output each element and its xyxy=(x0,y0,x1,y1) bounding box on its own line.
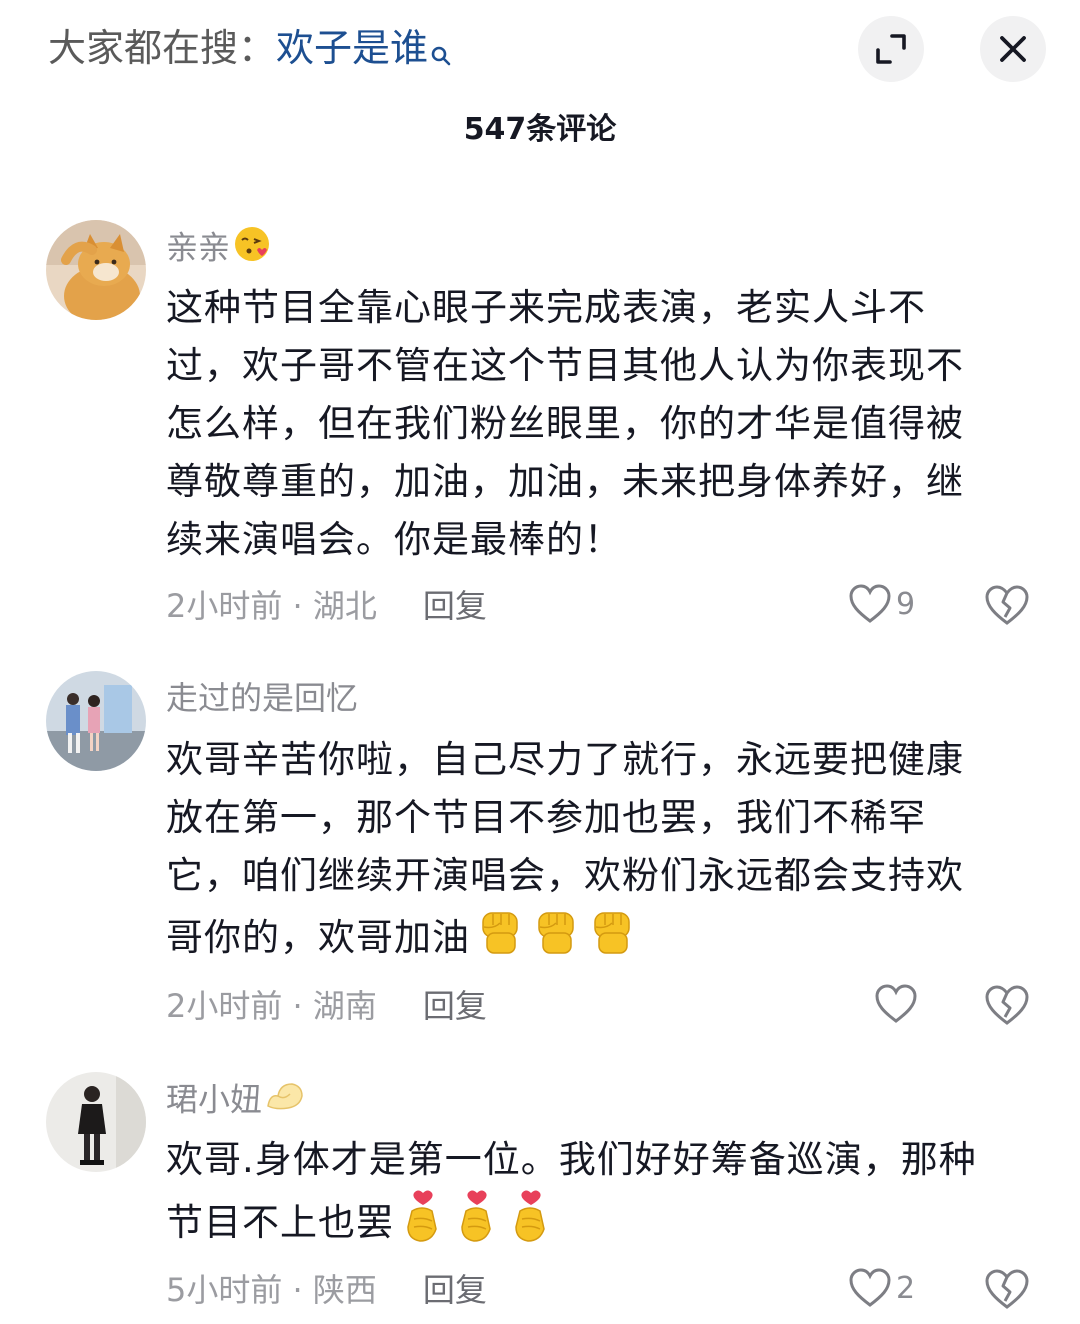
comment-body: 欢哥辛苦你啦，自己尽力了就行，永远要把健康 放在第一，那个节目不参加也罢，我们不… xyxy=(166,731,1036,974)
finger-heart-emoji xyxy=(506,1189,556,1260)
comment-line: 哥你的，欢哥加油 xyxy=(166,916,470,959)
comment-location: 湖南 xyxy=(312,987,377,1025)
raised-fist-emoji xyxy=(530,905,582,974)
comment-username[interactable]: 走过的是回忆 xyxy=(166,676,358,720)
finger-heart-emoji xyxy=(398,1189,448,1260)
comment-line-with-emoji: 哥你的，欢哥加油 xyxy=(166,905,1036,974)
reply-button[interactable]: 回复 xyxy=(423,987,487,1025)
username-text: 珺小妞 xyxy=(166,1080,263,1119)
close-icon xyxy=(1000,36,1026,62)
comment-line: 它，咱们继续开演唱会，欢粉们永远都会支持欢 xyxy=(166,854,964,897)
avatar[interactable] xyxy=(46,1072,146,1172)
comment-line: 放在第一，那个节目不参加也罢，我们不稀罕 xyxy=(166,796,926,839)
dislike-button[interactable] xyxy=(984,584,1030,628)
dislike-button[interactable] xyxy=(984,984,1030,1028)
comment-panel: 大家都在搜：欢子是谁 547条评论 亲亲 这种节目全靠心眼子来完成表演，老实人斗… xyxy=(0,0,1080,1324)
comment-line: 欢哥.身体才是第一位。我们好好筹备巡演，那种 xyxy=(166,1138,977,1181)
like-count: 9 xyxy=(896,586,916,622)
comment-time: 5小时前 xyxy=(166,1271,283,1309)
comment-username[interactable]: 珺小妞 xyxy=(166,1076,308,1127)
reply-button[interactable]: 回复 xyxy=(423,587,487,625)
username-text: 走过的是回忆 xyxy=(166,679,359,717)
search-term-link[interactable]: 欢子是谁 xyxy=(276,26,428,70)
like-button[interactable] xyxy=(874,984,922,1024)
raised-fist-emoji xyxy=(586,905,638,974)
search-suggestion[interactable]: 大家都在搜：欢子是谁 xyxy=(48,22,452,80)
heart-outline-icon xyxy=(875,984,917,1023)
comment-location: 湖北 xyxy=(312,587,377,625)
comment-body: 欢哥.身体才是第一位。我们好好筹备巡演，那种 节目不上也罢 xyxy=(166,1131,1036,1260)
comment-line: 过，欢子哥不管在这个节目其他人认为你表现不 xyxy=(166,344,964,387)
like-count: 2 xyxy=(896,1270,916,1306)
dislike-button[interactable] xyxy=(984,1268,1030,1312)
like-button[interactable]: 2 xyxy=(848,1268,915,1308)
comment-line-with-emoji: 节目不上也罢 xyxy=(166,1189,1036,1260)
kiss-emoji xyxy=(232,224,272,275)
comment-meta: 2小时前 · 湖北 回复 xyxy=(166,587,487,625)
comment-meta: 5小时前 · 陕西 回复 xyxy=(166,1271,487,1309)
search-prefix: 大家都在搜： xyxy=(48,26,277,70)
heart-outline-icon xyxy=(849,1268,891,1307)
comment-time: 2小时前 xyxy=(166,987,283,1025)
comment-count: 547条评论 xyxy=(463,112,617,147)
comment-line: 这种节目全靠心眼子来完成表演，老实人斗不 xyxy=(166,286,926,329)
comment-meta: 2小时前 · 湖南 回复 xyxy=(166,987,487,1025)
comment-line: 节目不上也罢 xyxy=(166,1201,394,1244)
flexed-biceps-emoji xyxy=(264,1076,308,1127)
broken-heart-icon xyxy=(985,985,1029,1025)
expand-icon xyxy=(876,34,906,64)
comment-line: 续来演唱会。你是最棒的！ xyxy=(166,518,622,561)
broken-heart-icon xyxy=(985,585,1029,625)
username-text: 亲亲 xyxy=(166,228,231,267)
comment-body: 这种节目全靠心眼子来完成表演，老实人斗不 过，欢子哥不管在这个节目其他人认为你表… xyxy=(166,279,1036,569)
search-icon xyxy=(430,28,452,80)
avatar[interactable] xyxy=(46,220,146,320)
finger-heart-emoji xyxy=(452,1189,502,1260)
like-button[interactable]: 9 xyxy=(848,584,915,624)
comment-location: 陕西 xyxy=(312,1271,377,1309)
broken-heart-icon xyxy=(985,1269,1029,1309)
heart-outline-icon xyxy=(849,584,891,623)
expand-button[interactable] xyxy=(858,16,924,82)
comment-username[interactable]: 亲亲 xyxy=(166,224,272,275)
reply-button[interactable]: 回复 xyxy=(423,1271,487,1309)
comment-line: 尊敬尊重的，加油，加油，未来把身体养好，继 xyxy=(166,460,964,503)
close-button[interactable] xyxy=(980,16,1046,82)
comment-line: 怎么样，但在我们粉丝眼里，你的才华是值得被 xyxy=(166,402,964,445)
avatar[interactable] xyxy=(46,671,146,771)
comment-time: 2小时前 xyxy=(166,587,283,625)
raised-fist-emoji xyxy=(474,905,526,974)
comment-line: 欢哥辛苦你啦，自己尽力了就行，永远要把健康 xyxy=(166,738,964,781)
